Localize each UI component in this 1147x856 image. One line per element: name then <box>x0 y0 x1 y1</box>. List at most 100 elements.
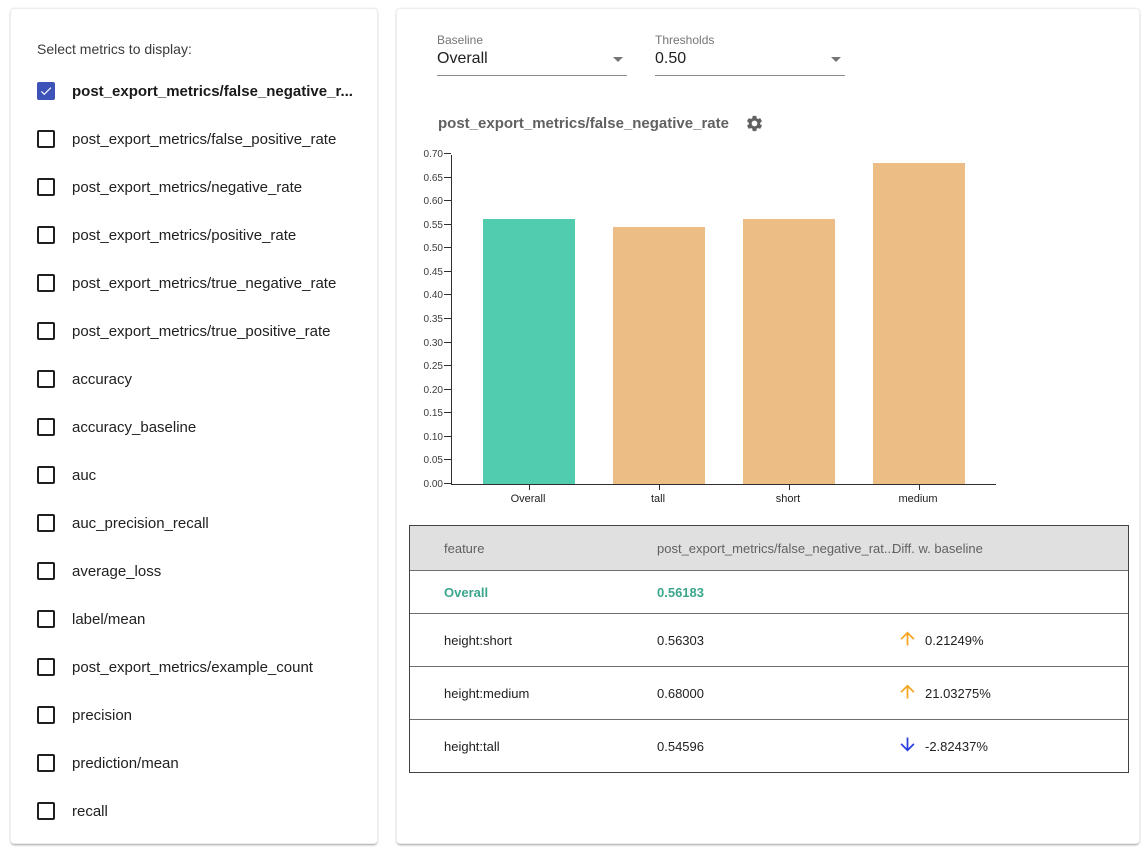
y-axis-tick <box>444 318 451 319</box>
feature-cell: height:short <box>410 633 657 648</box>
y-axis-label: 0.30 <box>397 338 443 349</box>
gear-icon[interactable] <box>745 114 764 133</box>
y-axis-tick <box>444 459 451 460</box>
baseline-label: Baseline <box>437 33 627 47</box>
y-axis-label: 0.05 <box>397 455 443 466</box>
metric-item-label: post_export_metrics/positive_rate <box>72 227 296 244</box>
metric-item[interactable]: accuracy <box>35 355 357 403</box>
x-axis-tick <box>529 485 530 490</box>
bar-short[interactable] <box>743 219 835 484</box>
metric-item[interactable]: recall <box>35 787 357 835</box>
x-axis-tick <box>789 485 790 490</box>
metric-item[interactable]: auc_precision_recall <box>35 499 357 547</box>
checkbox-checked-icon[interactable] <box>37 82 55 100</box>
metric-item-label: auc <box>72 467 96 484</box>
page: Select metrics to display: post_export_m… <box>0 0 1147 856</box>
table-row: Overall0.56183 <box>410 570 1128 613</box>
metric-item-label: post_export_metrics/true_positive_rate <box>72 323 330 340</box>
y-axis-tick <box>444 389 451 390</box>
arrow-down-icon <box>897 734 918 758</box>
checkbox-unchecked-icon[interactable] <box>37 466 55 484</box>
y-axis-tick <box>444 483 451 484</box>
chart-header: post_export_metrics/false_negative_rate <box>438 114 1139 133</box>
x-axis-label: Overall <box>511 493 546 505</box>
y-axis-label: 0.55 <box>397 220 443 231</box>
metric-item[interactable]: post_export_metrics/false_positive_rate <box>35 115 357 163</box>
metric-item[interactable]: post_export_metrics/false_negative_r... <box>35 67 357 115</box>
checkbox-unchecked-icon[interactable] <box>37 274 55 292</box>
baseline-value: Overall <box>437 50 488 68</box>
metric-value-cell: 0.68000 <box>657 686 892 701</box>
metric-item-label: post_export_metrics/negative_rate <box>72 179 302 196</box>
metric-item-label: accuracy_baseline <box>72 419 196 436</box>
x-axis-label: tall <box>651 493 665 505</box>
y-axis-label: 0.35 <box>397 314 443 325</box>
metric-list: post_export_metrics/false_negative_r...p… <box>35 67 357 835</box>
controls-row: Baseline Overall Thresholds 0.50 <box>437 33 1139 76</box>
y-axis-tick <box>444 200 451 201</box>
checkbox-unchecked-icon[interactable] <box>37 754 55 772</box>
baseline-dropdown[interactable]: Baseline Overall <box>437 33 627 76</box>
y-axis-tick <box>444 271 451 272</box>
checkbox-unchecked-icon[interactable] <box>37 130 55 148</box>
feature-cell: height:medium <box>410 686 657 701</box>
metric-item[interactable]: post_export_metrics/true_negative_rate <box>35 259 357 307</box>
checkbox-unchecked-icon[interactable] <box>37 178 55 196</box>
y-axis-tick <box>444 412 451 413</box>
metric-item-label: average_loss <box>72 563 161 580</box>
checkbox-unchecked-icon[interactable] <box>37 322 55 340</box>
metric-item-label: post_export_metrics/true_negative_rate <box>72 275 336 292</box>
metric-item[interactable]: prediction/mean <box>35 739 357 787</box>
metric-item[interactable]: average_loss <box>35 547 357 595</box>
metric-item[interactable]: precision <box>35 691 357 739</box>
y-axis-tick <box>444 247 451 248</box>
table-row: height:tall0.54596-2.82437% <box>410 719 1128 772</box>
thresholds-dropdown[interactable]: Thresholds 0.50 <box>655 33 845 76</box>
y-axis-label: 0.50 <box>397 243 443 254</box>
chevron-down-icon[interactable] <box>613 57 623 62</box>
metric-item[interactable]: accuracy_baseline <box>35 403 357 451</box>
feature-cell: Overall <box>410 585 657 600</box>
table-body: Overall0.56183height:short0.563030.21249… <box>410 570 1128 772</box>
checkbox-unchecked-icon[interactable] <box>37 610 55 628</box>
y-axis-label: 0.65 <box>397 173 443 184</box>
metric-item[interactable]: post_export_metrics/positive_rate <box>35 211 357 259</box>
metric-item[interactable]: post_export_metrics/true_positive_rate <box>35 307 357 355</box>
bar-medium[interactable] <box>873 163 965 484</box>
metric-item[interactable]: post_export_metrics/example_count <box>35 643 357 691</box>
checkbox-unchecked-icon[interactable] <box>37 562 55 580</box>
y-axis-label: 0.40 <box>397 290 443 301</box>
y-axis-label: 0.20 <box>397 385 443 396</box>
metric-item-label: accuracy <box>72 371 132 388</box>
y-axis-tick <box>444 436 451 437</box>
metric-value-cell: 0.54596 <box>657 739 892 754</box>
chevron-down-icon[interactable] <box>831 57 841 62</box>
metric-selector-title: Select metrics to display: <box>37 41 357 57</box>
metric-item[interactable]: auc <box>35 451 357 499</box>
checkbox-unchecked-icon[interactable] <box>37 418 55 436</box>
bar-tall[interactable] <box>613 227 705 484</box>
diff-value: 21.03275% <box>925 686 991 701</box>
table-row: height:short0.563030.21249% <box>410 613 1128 666</box>
checkbox-unchecked-icon[interactable] <box>37 514 55 532</box>
metric-item-label: auc_precision_recall <box>72 515 209 532</box>
plot-area <box>451 155 996 485</box>
diff-value: -2.82437% <box>925 739 988 754</box>
metric-item[interactable]: label/mean <box>35 595 357 643</box>
checkbox-unchecked-icon[interactable] <box>37 802 55 820</box>
y-axis-label: 0.10 <box>397 432 443 443</box>
checkbox-unchecked-icon[interactable] <box>37 706 55 724</box>
y-axis-label: 0.60 <box>397 196 443 207</box>
y-axis-tick <box>444 224 451 225</box>
metric-item[interactable]: post_export_metrics/negative_rate <box>35 163 357 211</box>
metrics-table: feature post_export_metrics/false_negati… <box>409 525 1129 773</box>
arrow-up-icon <box>897 681 918 705</box>
checkbox-unchecked-icon[interactable] <box>37 658 55 676</box>
metric-item-label: prediction/mean <box>72 755 179 772</box>
x-axis-tick <box>919 485 920 490</box>
bar-overall[interactable] <box>483 219 575 484</box>
checkbox-unchecked-icon[interactable] <box>37 226 55 244</box>
chart-title: post_export_metrics/false_negative_rate <box>438 115 729 132</box>
bar-chart: 0.000.050.100.150.200.250.300.350.400.45… <box>397 149 1139 515</box>
checkbox-unchecked-icon[interactable] <box>37 370 55 388</box>
